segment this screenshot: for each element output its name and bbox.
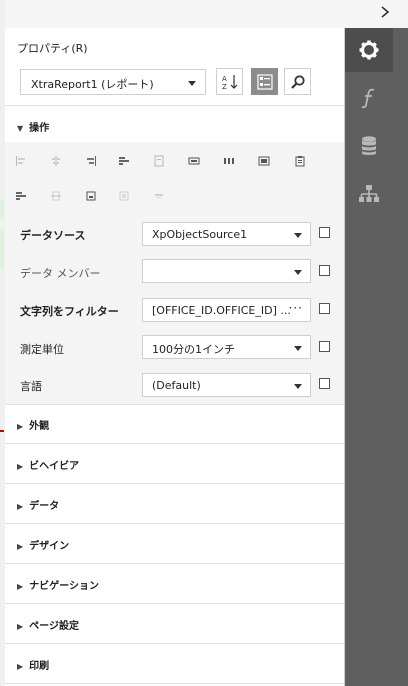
vertical-spacing-icon[interactable] [153,190,165,202]
align-to-grid-icon[interactable] [118,155,130,167]
caret-right-icon: ▶ [17,662,24,671]
align-left-icon[interactable] [15,155,27,167]
size-to-grid-icon[interactable] [153,155,165,167]
filter-string-editor[interactable]: [OFFICE_ID.OFFICE_ID] ... ··· [142,298,311,322]
divider [5,563,344,564]
clipboard-icon[interactable] [294,155,306,167]
property-label-language: 言語 [20,380,42,393]
svg-text:Z: Z [222,83,227,91]
data-source-value: XpObjectSource1 [152,228,248,241]
group-page-settings[interactable]: ▶ ページ設定 [17,617,79,632]
sort-alphabetical-button[interactable]: A Z [216,68,243,95]
chevron-down-icon [294,270,302,275]
property-label-measure-units: 測定単位 [20,343,64,356]
database-icon [362,136,376,155]
tab-expressions[interactable] [345,76,393,120]
property-label-data-source: データソース [20,229,86,242]
property-label-filter-string: 文字列をフィルター [20,305,119,318]
band-marker [0,230,4,270]
property-marker-checkbox[interactable] [319,303,330,314]
chevron-down-icon [294,346,302,351]
property-marker-checkbox[interactable] [319,341,330,352]
svg-text:A: A [222,75,227,83]
tab-field-list[interactable] [345,124,393,168]
chevron-right-icon[interactable] [380,6,394,22]
chevron-down-icon [188,81,196,86]
categorized-view-button[interactable] [251,68,278,95]
filter-string-value: [OFFICE_ID.OFFICE_ID] ... [152,304,291,317]
divider [5,483,344,484]
group-appearance[interactable]: ▶ 外観 [17,417,49,432]
divider [5,404,344,405]
align-right-icon[interactable] [85,155,97,167]
group-navigation[interactable]: ▶ ナビゲーション [17,577,99,592]
caret-down-icon: ▼ [17,124,24,133]
same-size-icon[interactable] [258,155,270,167]
property-marker-checkbox[interactable] [319,378,330,389]
divider [5,683,344,684]
search-button[interactable] [284,68,311,95]
properties-panel: プロパティ(R) XtraReport1 (レポート) A Z ▼ 操作 データ… [5,28,345,686]
group-behavior[interactable]: ▶ ビヘイビア [17,457,79,472]
caret-right-icon: ▶ [17,622,24,631]
caret-right-icon: ▶ [17,582,24,591]
tab-properties[interactable] [345,28,393,72]
chevron-down-icon [294,384,302,389]
search-icon [290,74,305,89]
align-middle-icon[interactable] [50,190,62,202]
divider [5,105,344,106]
panel-title: プロパティ(R) [17,42,88,55]
ellipsis-icon[interactable]: ··· [289,301,303,315]
band-marker [0,200,4,218]
align-center-icon[interactable] [50,155,62,167]
data-source-dropdown[interactable]: XpObjectSource1 [142,222,311,246]
divider [5,603,344,604]
align-top-icon[interactable] [15,190,27,202]
measure-units-dropdown[interactable]: 100分の1インチ [142,335,311,359]
report-element-selector-value: XtraReport1 (レポート) [31,78,154,91]
group-operations[interactable]: ▼ 操作 [17,119,49,134]
data-member-dropdown[interactable] [142,259,311,283]
group-print[interactable]: ▶ 印刷 [17,657,49,672]
hierarchy-icon [359,185,379,202]
caret-right-icon: ▶ [17,422,24,431]
caret-right-icon: ▶ [17,542,24,551]
chevron-down-icon [294,233,302,238]
band-marker [0,430,4,432]
caret-right-icon: ▶ [17,502,24,511]
divider [5,443,344,444]
sort-az-icon: A Z [222,74,237,91]
language-dropdown[interactable]: (Default) [142,373,311,397]
property-marker-checkbox[interactable] [319,265,330,276]
align-bottom-icon[interactable] [85,190,97,202]
report-element-selector[interactable]: XtraReport1 (レポート) [20,69,206,95]
caret-right-icon: ▶ [17,462,24,471]
property-label-data-member: データ メンバー [20,267,101,280]
function-icon [361,88,375,109]
panel-top-bar [5,0,408,28]
categorized-icon [256,73,273,90]
tab-report-explorer[interactable] [345,172,393,216]
group-design[interactable]: ▶ デザイン [17,537,69,552]
measure-units-value: 100分の1インチ [152,343,235,356]
language-value: (Default) [152,379,201,392]
right-tab-bar [345,28,408,686]
horizontal-spacing-icon[interactable] [223,155,235,167]
divider [5,523,344,524]
divider [5,643,344,644]
property-marker-checkbox[interactable] [319,227,330,238]
same-height-icon[interactable] [118,190,130,202]
same-width-icon[interactable] [188,155,200,167]
group-data[interactable]: ▶ データ [17,497,59,512]
gear-icon [359,40,379,60]
